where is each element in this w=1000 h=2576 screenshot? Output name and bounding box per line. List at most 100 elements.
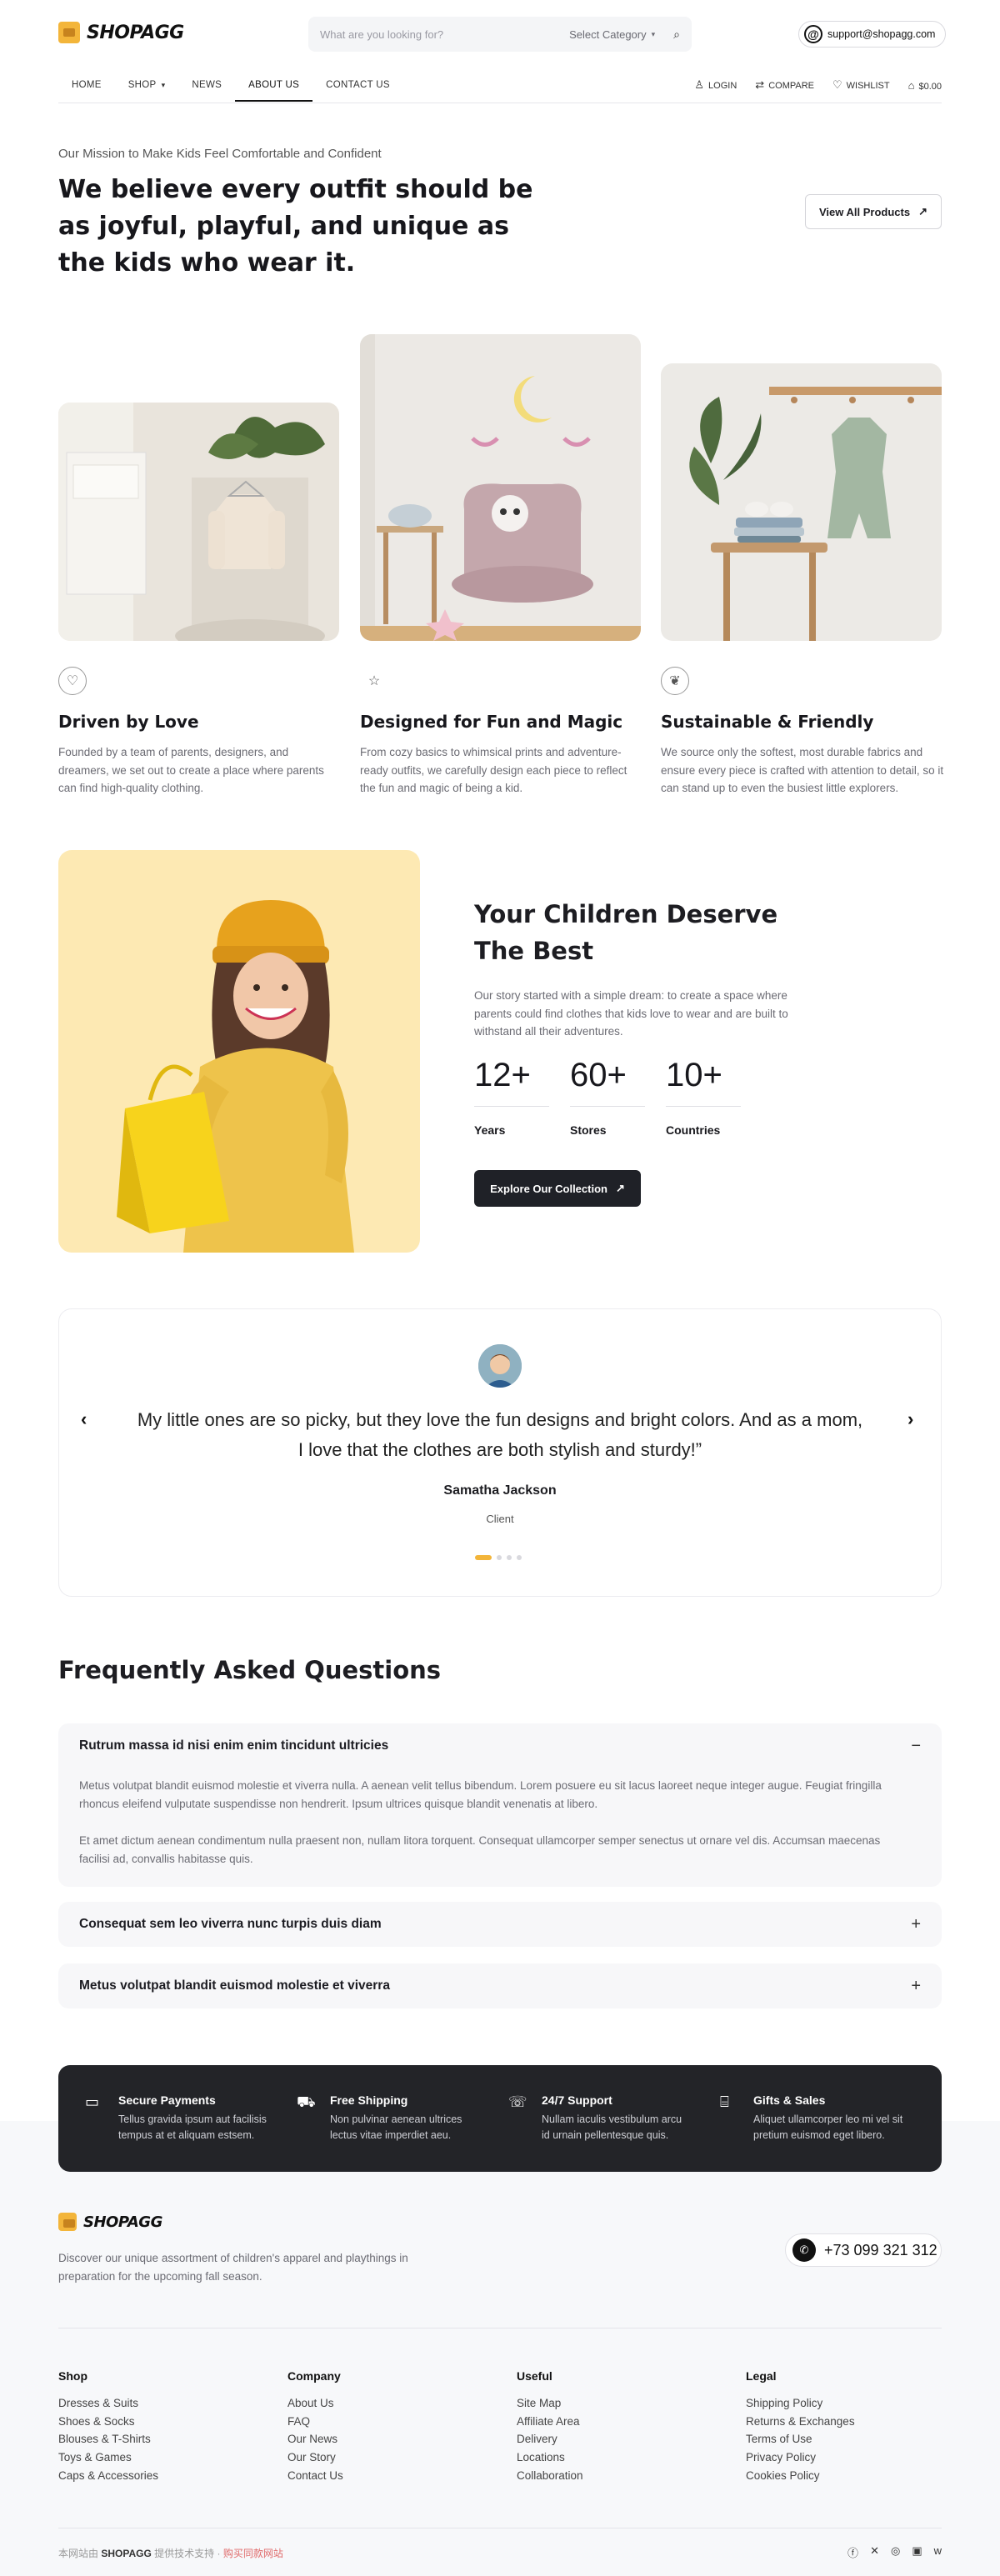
faq-question[interactable]: Metus volutpat blandit euismod molestie … <box>79 1963 390 2008</box>
carousel-dot[interactable] <box>507 1555 512 1560</box>
footer-link[interactable]: FAQ <box>288 2413 343 2431</box>
stat-label: Stores <box>570 1123 607 1137</box>
truck-icon: ⛟ <box>297 2093 316 2110</box>
compare-icon: ⇄ <box>755 78 765 91</box>
footer-link[interactable]: Caps & Accessories <box>58 2467 158 2485</box>
youtube-icon[interactable]: ▣ <box>912 2544 922 2560</box>
nav-home[interactable]: HOME <box>58 75 115 102</box>
stat-number: 60+ <box>570 1057 627 1093</box>
footer-link[interactable]: Delivery <box>517 2430 583 2448</box>
footer-link[interactable]: About Us <box>288 2394 343 2413</box>
footer-link[interactable]: Shipping Policy <box>746 2394 855 2413</box>
benefit-title: 24/7 Support <box>542 2093 612 2107</box>
benefit-item: ☏ 24/7 Support Nullam iaculis vestibulum … <box>508 2093 692 2143</box>
footer-link[interactable]: Our News <box>288 2430 343 2448</box>
footer-link[interactable]: Dresses & Suits <box>58 2394 158 2413</box>
footer-column-company: Company About Us FAQ Our News Our Story … <box>288 2369 343 2485</box>
support-email-pill[interactable]: @ support@shopagg.com <box>798 21 947 48</box>
search-bar[interactable]: What are you looking for? Select Categor… <box>308 17 692 52</box>
footer-link[interactable]: Our Story <box>288 2448 343 2467</box>
logo[interactable]: SHOPAGG <box>58 22 184 43</box>
facebook-icon[interactable]: ⓕ <box>848 2544 858 2560</box>
carousel-dot[interactable] <box>517 1555 522 1560</box>
feature-title: Sustainable & Friendly <box>661 712 874 732</box>
stat-label: Years <box>474 1123 506 1137</box>
nav-shop[interactable]: SHOP ▾ <box>115 75 179 102</box>
minus-icon[interactable]: − <box>911 1723 921 1768</box>
footer-link[interactable]: Toys & Games <box>58 2448 158 2467</box>
shopagg-logo-icon <box>58 2213 77 2231</box>
chevron-down-icon: ▾ <box>651 29 656 38</box>
prev-arrow-icon[interactable]: ‹ <box>81 1408 87 1430</box>
faq-item[interactable]: Rutrum massa id nisi enim enim tincidunt… <box>58 1723 942 1887</box>
benefit-text: Nullam iaculis vestibulum arcu id urnain… <box>542 2113 682 2141</box>
explore-collection-button[interactable]: Explore Our Collection ↗ <box>474 1170 641 1207</box>
footer-link[interactable]: Affiliate Area <box>517 2413 583 2431</box>
page: SHOPAGG What are you looking for? Select… <box>0 0 1000 2576</box>
testimonial-quote: My little ones are so picky, but they lo… <box>137 1409 863 1460</box>
vk-icon[interactable]: ᴡ <box>934 2544 942 2560</box>
footer-link[interactable]: Site Map <box>517 2394 583 2413</box>
footer-link[interactable]: Contact Us <box>288 2467 343 2485</box>
stat-item: 10+ Countries <box>666 1057 741 1137</box>
plus-icon[interactable]: + <box>911 1963 921 2008</box>
x-icon[interactable]: ✕ <box>870 2544 879 2560</box>
footer-column-title: Useful <box>517 2369 552 2383</box>
brand-name: SHOPAGG <box>87 22 184 43</box>
footer-link[interactable]: Blouses & T-Shirts <box>58 2430 158 2448</box>
faq-question[interactable]: Consequat sem leo viverra nunc turpis du… <box>79 1902 382 1947</box>
instagram-icon[interactable]: ◎ <box>891 2544 900 2560</box>
footer-logo[interactable]: SHOPAGG <box>58 2213 162 2231</box>
card-icon: ▭ <box>85 2093 100 2110</box>
footer-link[interactable]: Cookies Policy <box>746 2467 855 2485</box>
next-arrow-icon[interactable]: › <box>908 1408 913 1430</box>
photo-sweater <box>58 403 339 641</box>
footer-link[interactable]: Locations <box>517 2448 583 2467</box>
nav-contact-us[interactable]: CONTACT US <box>312 75 403 102</box>
stat-number: 10+ <box>666 1057 722 1093</box>
compare-link[interactable]: ⇄ COMPARE <box>755 78 814 92</box>
footer-column-title: Shop <box>58 2369 88 2383</box>
wishlist-link[interactable]: ♡ WISHLIST <box>832 78 890 92</box>
faq-title: Frequently Asked Questions <box>58 1656 442 1684</box>
copyright-mid: 提供技术支持 · <box>154 2548 221 2559</box>
search-icon[interactable]: ⌕ <box>673 28 680 42</box>
phone-icon: ✆ <box>792 2238 816 2262</box>
nav-shop-label: SHOP <box>128 80 157 90</box>
about-text: Our story started with a simple dream: t… <box>474 989 788 1038</box>
view-all-products-button[interactable]: View All Products ↗ <box>805 194 942 229</box>
footer-link[interactable]: Collaboration <box>517 2467 583 2485</box>
login-link[interactable]: ♙ LOGIN <box>694 78 737 92</box>
footer-description: Discover our unique assortment of childr… <box>58 2252 408 2283</box>
footer-link[interactable]: Terms of Use <box>746 2430 855 2448</box>
faq-answer: Et amet dictum aenean condimentum nulla … <box>79 1834 881 1865</box>
phone-pill[interactable]: ✆ +73 099 321 312 <box>785 2233 942 2267</box>
footer-link[interactable]: Privacy Policy <box>746 2448 855 2467</box>
carousel-dot[interactable] <box>497 1555 502 1560</box>
nav-about-us[interactable]: ABOUT US <box>235 75 313 102</box>
footer-link[interactable]: Returns & Exchanges <box>746 2413 855 2431</box>
footer-column-title: Company <box>288 2369 341 2383</box>
faq-item[interactable]: Consequat sem leo viverra nunc turpis du… <box>58 1902 942 1947</box>
bag-icon: ⌂ <box>908 78 915 92</box>
cart-link[interactable]: ⌂ $0.00 <box>908 79 942 92</box>
carousel-dot-active[interactable] <box>475 1555 492 1560</box>
benefit-title: Secure Payments <box>118 2093 216 2107</box>
benefits-banner: ▭ Secure Payments Tellus gravida ipsum au… <box>58 2065 942 2172</box>
testimonial-role: Client <box>486 1513 514 1525</box>
leaf-icon: ❦ <box>661 667 689 695</box>
phone-number: +73 099 321 312 <box>824 2241 938 2258</box>
search-input[interactable]: What are you looking for? <box>320 28 569 41</box>
category-select[interactable]: Select Category ▾ <box>569 28 655 41</box>
nav-news[interactable]: NEWS <box>178 75 235 102</box>
faq-item[interactable]: Metus volutpat blandit euismod molestie … <box>58 1963 942 2008</box>
feature-card: ♡ Driven by Love Founded by a team of pa… <box>58 667 342 798</box>
plus-icon[interactable]: + <box>911 1902 921 1947</box>
footer-brand-name: SHOPAGG <box>83 2213 162 2231</box>
heart-icon: ♡ <box>832 78 842 91</box>
shopagg-logo-icon <box>58 22 80 43</box>
faq-question[interactable]: Rutrum massa id nisi enim enim tincidunt… <box>79 1723 388 1768</box>
copyright-link[interactable]: 购买同款网站 <box>223 2548 283 2559</box>
footer-link[interactable]: Shoes & Socks <box>58 2413 158 2431</box>
feature-title: Driven by Love <box>58 712 199 732</box>
